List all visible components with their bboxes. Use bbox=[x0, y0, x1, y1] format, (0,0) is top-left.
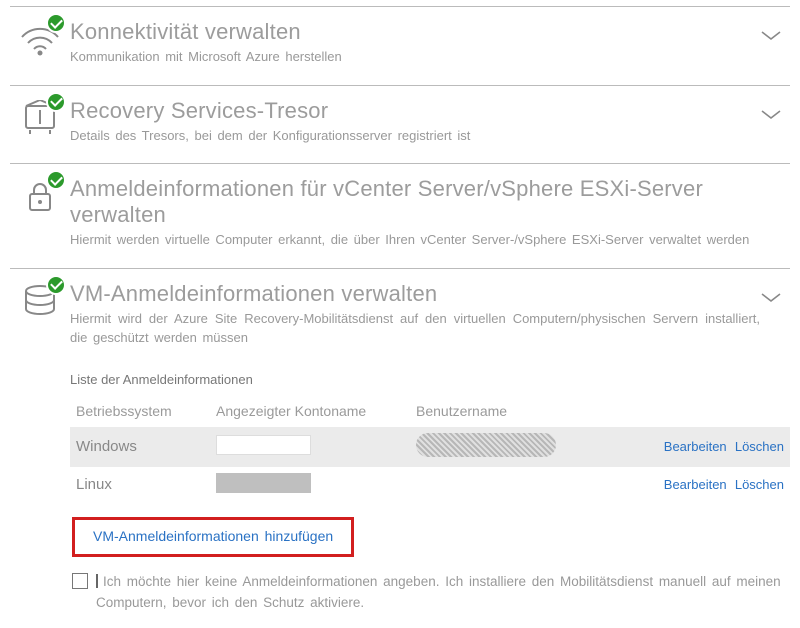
chevron-down-icon[interactable] bbox=[760, 287, 782, 310]
redacted-account bbox=[216, 473, 311, 493]
os-cell: Linux bbox=[76, 476, 216, 493]
section-vm-creds[interactable]: VM-Anmeldeinformationen verwalten Hiermi… bbox=[10, 268, 790, 354]
add-vm-creds-highlight: VM-Anmeldeinformationen hinzufügen bbox=[72, 517, 354, 557]
section-vault[interactable]: Recovery Services-Tresor Details des Tre… bbox=[10, 85, 790, 164]
chevron-down-icon[interactable] bbox=[760, 25, 782, 48]
opt-out-checkbox[interactable] bbox=[72, 573, 88, 589]
check-icon bbox=[46, 13, 66, 33]
check-icon bbox=[46, 275, 66, 295]
database-icon bbox=[10, 281, 70, 319]
creds-columns: Betriebssystem Angezeigter Kontoname Ben… bbox=[70, 397, 790, 427]
wifi-icon bbox=[10, 19, 70, 57]
table-row: Windows Bearbeiten Löschen bbox=[70, 427, 790, 467]
delete-link[interactable]: Löschen bbox=[735, 439, 784, 454]
section-title: Konnektivität verwalten bbox=[70, 19, 760, 45]
section-subtitle: Details des Tresors, bei dem der Konfigu… bbox=[70, 126, 760, 146]
section-title: Anmeldeinformationen für vCenter Server/… bbox=[70, 176, 760, 228]
section-subtitle: Kommunikation mit Microsoft Azure herste… bbox=[70, 47, 760, 67]
redacted-username bbox=[416, 433, 556, 457]
section-vcenter-creds[interactable]: Anmeldeinformationen für vCenter Server/… bbox=[10, 163, 790, 268]
section-title: VM-Anmeldeinformationen verwalten bbox=[70, 281, 760, 307]
vm-creds-body: Liste der Anmeldeinformationen Betriebss… bbox=[70, 372, 790, 614]
table-row: Linux Bearbeiten Löschen bbox=[70, 467, 790, 503]
add-vm-creds-link[interactable]: VM-Anmeldeinformationen hinzufügen bbox=[93, 528, 333, 544]
edit-link[interactable]: Bearbeiten bbox=[664, 439, 727, 454]
lock-icon bbox=[10, 176, 70, 214]
section-connectivity[interactable]: Konnektivität verwalten Kommunikation mi… bbox=[10, 6, 790, 85]
redacted-account bbox=[216, 435, 311, 455]
creds-list-header: Liste der Anmeldeinformationen bbox=[70, 372, 790, 387]
col-account: Angezeigter Kontoname bbox=[216, 403, 416, 419]
chevron-down-icon[interactable] bbox=[760, 104, 782, 127]
os-cell: Windows bbox=[76, 438, 216, 455]
vault-icon bbox=[10, 98, 70, 136]
section-subtitle: Hiermit werden virtuelle Computer erkann… bbox=[70, 230, 760, 250]
opt-out-label: Ich möchte hier keine Anmeldeinformation… bbox=[96, 571, 788, 614]
col-os: Betriebssystem bbox=[76, 403, 216, 419]
col-username: Benutzername bbox=[416, 403, 586, 419]
edit-link[interactable]: Bearbeiten bbox=[664, 477, 727, 492]
section-title: Recovery Services-Tresor bbox=[70, 98, 760, 124]
delete-link[interactable]: Löschen bbox=[735, 477, 784, 492]
check-icon bbox=[46, 92, 66, 112]
check-icon bbox=[46, 170, 66, 190]
section-subtitle: Hiermit wird der Azure Site Recovery-Mob… bbox=[70, 309, 760, 348]
